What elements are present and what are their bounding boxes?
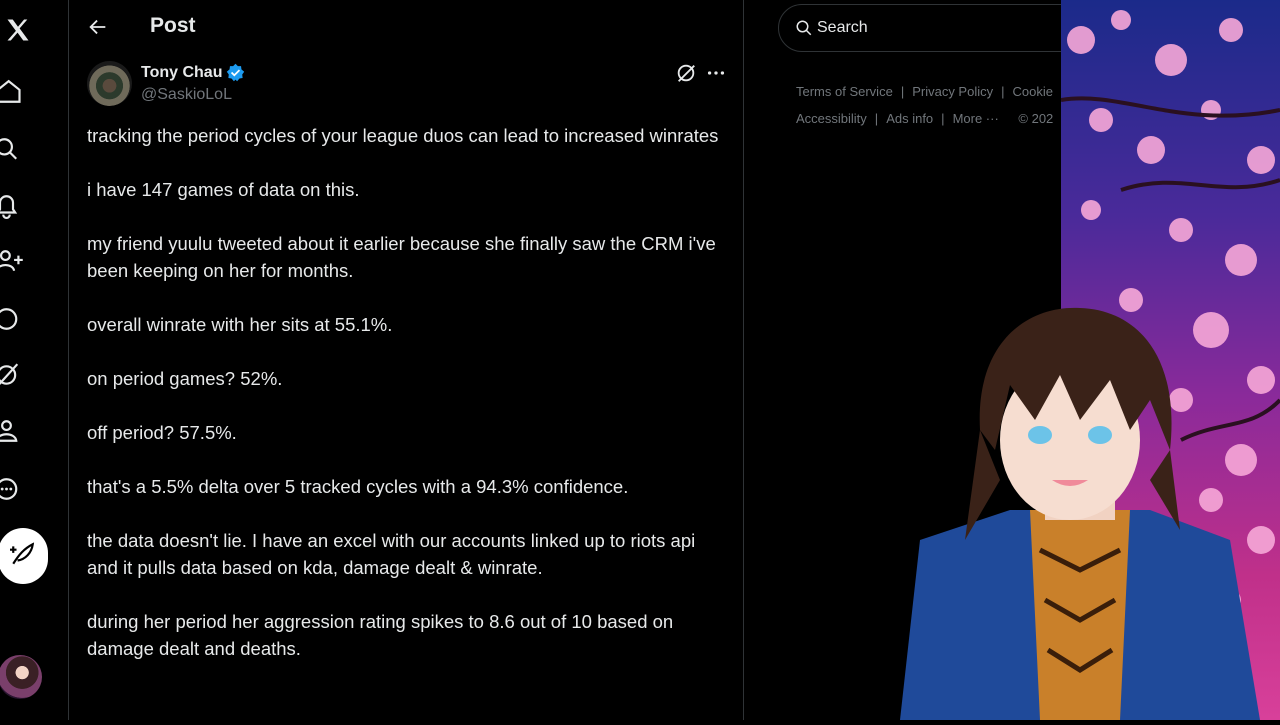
footer-link-privacy[interactable]: Privacy Policy: [912, 84, 993, 99]
verified-badge-icon: [226, 63, 245, 82]
profile-icon[interactable]: [0, 413, 36, 449]
home-icon[interactable]: [0, 74, 36, 110]
grok-nav-icon[interactable]: [0, 357, 36, 393]
more-options-icon[interactable]: [705, 62, 727, 84]
compose-icon: [10, 541, 36, 572]
footer-link-more[interactable]: More ···: [953, 111, 999, 126]
page-title: Post: [150, 14, 196, 37]
more-nav-icon[interactable]: [0, 471, 36, 507]
author-avatar[interactable]: [87, 61, 132, 106]
footer-link-terms[interactable]: Terms of Service: [796, 84, 893, 99]
account-avatar[interactable]: [0, 655, 42, 699]
author-name-row[interactable]: Tony Chau: [141, 63, 245, 82]
tweet-paragraph: the data doesn't lie. I have an excel wi…: [87, 530, 701, 578]
footer-link-accessibility[interactable]: Accessibility: [796, 111, 867, 126]
communities-icon[interactable]: [0, 301, 36, 337]
footer-copyright: © 202: [1018, 111, 1054, 126]
search-nav-icon[interactable]: [0, 131, 36, 167]
footer-links: Terms of Service | Privacy Policy | Cookie A…: [796, 84, 1054, 126]
tweet-paragraph: off period? 57.5%.: [87, 422, 237, 443]
tweet-paragraph: on period games? 52%.: [87, 368, 283, 389]
search-input[interactable]: Search: [817, 19, 868, 37]
notifications-icon[interactable]: [0, 188, 36, 224]
tweet-paragraph: tracking the period cycles of your leagu…: [87, 125, 719, 146]
footer-link-ads-info[interactable]: Ads info: [886, 111, 933, 126]
tweet-paragraph: during her period her aggression rating …: [87, 611, 679, 659]
left-nav: [0, 0, 68, 720]
author-handle[interactable]: @SaskioLoL: [141, 86, 232, 104]
back-arrow-icon[interactable]: [87, 16, 111, 40]
main-column: Post Tony Chau @SaskioLoL tracking the p…: [68, 0, 744, 720]
grok-icon[interactable]: [675, 62, 697, 84]
tweet-paragraph: overall winrate with her sits at 55.1%.: [87, 314, 393, 335]
compose-post-button[interactable]: [0, 528, 48, 584]
tweet-paragraph: i have 147 games of data on this.: [87, 179, 360, 200]
author-name[interactable]: Tony Chau: [141, 64, 222, 82]
tweet-text: tracking the period cycles of your leagu…: [87, 122, 727, 689]
search-icon: [795, 19, 813, 37]
tweet-paragraph: my friend yuulu tweeted about it earlier…: [87, 233, 721, 281]
x-logo-icon[interactable]: [4, 12, 40, 48]
post-header: Post: [69, 0, 743, 56]
vtuber-avatar-image: [880, 280, 1280, 720]
footer-link-cookie[interactable]: Cookie: [1013, 84, 1053, 99]
follow-icon[interactable]: [0, 243, 36, 279]
tweet-paragraph: that's a 5.5% delta over 5 tracked cycle…: [87, 476, 629, 497]
search-box[interactable]: Search: [778, 4, 1098, 52]
